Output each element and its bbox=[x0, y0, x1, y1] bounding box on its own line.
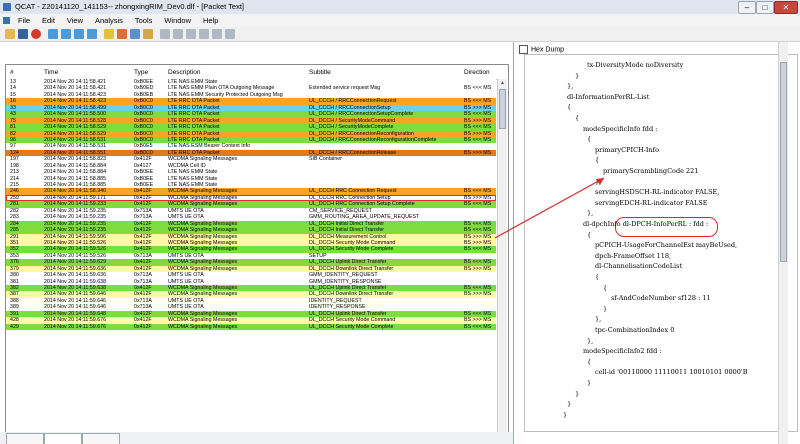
packet-text-view: tx-DiversityMode noDiversity}}, dl-Inform… bbox=[524, 54, 798, 432]
packet-text-line: { bbox=[587, 230, 592, 239]
bottom-tabs bbox=[0, 432, 513, 444]
packet-text-pane: Hex Dump tx-DiversityMode noDiversity}},… bbox=[514, 42, 800, 444]
bottom-tab-3[interactable] bbox=[82, 433, 120, 444]
packet-text-line: } bbox=[567, 400, 572, 409]
packet-text-line: } bbox=[563, 410, 568, 419]
page-icon-3[interactable] bbox=[186, 29, 196, 39]
packet-text-line: servingHSDSCH-RL-indicator FALSE, bbox=[595, 188, 720, 197]
row-description: WCDMA Signaling Messages bbox=[168, 323, 238, 330]
menu-tools[interactable]: Tools bbox=[130, 14, 158, 25]
bottom-tab-2[interactable] bbox=[44, 433, 82, 444]
packet-table: # Time Type Description Subtitle Directi… bbox=[5, 64, 509, 442]
col-type-header[interactable]: Type bbox=[134, 69, 148, 76]
packet-text-line: pCPICH-UsageForChannelEst mayBeUsed, bbox=[595, 241, 738, 250]
packet-text-line: dl-InformationPerRL-List bbox=[567, 92, 650, 101]
menu-view[interactable]: View bbox=[62, 14, 88, 25]
page-icon-6[interactable] bbox=[225, 29, 235, 39]
packet-text-line: } bbox=[575, 71, 580, 80]
packet-text-line: }, bbox=[587, 336, 594, 345]
window-icon[interactable] bbox=[48, 29, 58, 39]
packet-text-line: { bbox=[603, 283, 608, 292]
col-time-header[interactable]: Time bbox=[44, 69, 58, 76]
minimize-button[interactable]: – bbox=[738, 1, 756, 14]
page-icon-5[interactable] bbox=[212, 29, 222, 39]
stop-icon[interactable] bbox=[31, 29, 41, 39]
text-scrollbar[interactable] bbox=[778, 42, 788, 444]
packet-text-line: }, bbox=[595, 177, 602, 186]
col-number-header[interactable]: # bbox=[10, 69, 14, 76]
packet-text-line: { bbox=[595, 156, 600, 165]
packet-text-line: } bbox=[575, 389, 580, 398]
hex-dump-label: Hex Dump bbox=[531, 46, 565, 54]
filter-icon[interactable] bbox=[104, 29, 114, 39]
page-icon[interactable] bbox=[160, 29, 170, 39]
row-number: 429 bbox=[10, 323, 19, 330]
table-rows: 13 2014 Nov 20 14:11:58.421 0xB0EE LTE NAS … bbox=[6, 79, 496, 331]
packet-text-line: dpch-FrameOffset 118, bbox=[595, 251, 672, 260]
packet-text-line: cell-id '00110000 11110011 10010101 0000… bbox=[595, 368, 748, 377]
col-subtitle-header[interactable]: Subtitle bbox=[309, 69, 331, 76]
col-description-header[interactable]: Description bbox=[168, 69, 201, 76]
page-icon-2[interactable] bbox=[173, 29, 183, 39]
table-scrollbar[interactable]: ▲ ▼ bbox=[497, 79, 507, 439]
window-title: QCAT - Z20141120_141153-- zhongxingRIM_D… bbox=[15, 2, 245, 11]
menu-file[interactable]: File bbox=[13, 14, 35, 25]
title-bar: QCAT - Z20141120_141153-- zhongxingRIM_D… bbox=[0, 0, 800, 15]
menu-bar: File Edit View Analysis Tools Window Hel… bbox=[0, 14, 800, 27]
packet-text-line: { bbox=[587, 135, 592, 144]
table-icon[interactable] bbox=[130, 29, 140, 39]
export-icon[interactable] bbox=[143, 29, 153, 39]
close-button[interactable]: ✕ bbox=[774, 1, 798, 14]
scroll-up-icon[interactable]: ▲ bbox=[498, 79, 507, 88]
text-scroll-thumb[interactable] bbox=[780, 62, 787, 262]
packet-text-line: primaryScramblingCode 221 bbox=[603, 167, 699, 175]
packet-text-line: tx-DiversityMode noDiversity bbox=[587, 61, 684, 69]
menu-help[interactable]: Help bbox=[198, 14, 223, 25]
packet-text-line: } bbox=[603, 304, 608, 313]
menu-window[interactable]: Window bbox=[159, 14, 196, 25]
row-type: 0x412F bbox=[134, 323, 152, 330]
window-icon-3[interactable] bbox=[74, 29, 84, 39]
window-icon-2[interactable] bbox=[61, 29, 71, 39]
page-icon-4[interactable] bbox=[199, 29, 209, 39]
packet-text-line: }, bbox=[587, 209, 594, 218]
table-row[interactable]: 429 2014 Nov 20 14:11:59.676 0x412F WCDMA S… bbox=[6, 323, 496, 331]
hex-dump-option[interactable]: Hex Dump bbox=[519, 45, 564, 54]
save-icon[interactable] bbox=[18, 29, 28, 39]
row-time: 2014 Nov 20 14:11:59.676 bbox=[44, 323, 107, 330]
packet-text-line: { bbox=[595, 273, 600, 281]
row-subtitle: UL_DCCH Security Mode Complete bbox=[309, 323, 394, 330]
packet-text-line: primaryCPICH-Info bbox=[595, 145, 659, 154]
menu-analysis[interactable]: Analysis bbox=[90, 14, 128, 25]
hex-dump-checkbox[interactable] bbox=[519, 45, 528, 54]
bottom-tab-1[interactable] bbox=[6, 433, 44, 444]
packet-text-line: dl-ChannelisationCodeList bbox=[595, 262, 683, 271]
packet-text-line: modeSpecificInfo fdd : bbox=[583, 124, 658, 133]
maximize-button[interactable]: □ bbox=[756, 1, 774, 14]
packet-text-line: } bbox=[587, 379, 592, 387]
packet-text-line: }, bbox=[567, 82, 574, 91]
packet-text-line: }, bbox=[595, 315, 602, 324]
packet-text-line: servingEDCH-RL-indicator FALSE bbox=[595, 198, 708, 207]
row-direction: BS <<< MS bbox=[464, 323, 492, 330]
packet-text-line: modeSpecificInfo2 fdd : bbox=[583, 347, 662, 356]
packet-text-line: { bbox=[567, 103, 572, 112]
col-direction-header[interactable]: Direction bbox=[464, 69, 490, 76]
app-icon bbox=[3, 3, 11, 11]
open-icon[interactable] bbox=[5, 29, 15, 39]
scroll-thumb[interactable] bbox=[499, 89, 506, 129]
document-icon[interactable] bbox=[3, 17, 10, 24]
packet-text-line: tpc-CombinationIndex 0 bbox=[595, 326, 675, 334]
packet-list-pane: # Time Type Description Subtitle Directi… bbox=[0, 42, 514, 444]
toolbar bbox=[0, 27, 800, 42]
filter-clear-icon[interactable] bbox=[117, 29, 127, 39]
packet-text-line: { bbox=[587, 357, 592, 366]
window-icon-4[interactable] bbox=[87, 29, 97, 39]
packet-text-line: sf-AndCodeNumber sf128 : 11 bbox=[611, 294, 711, 303]
packet-text-line: dl-dpchInfo dl-DPCH-InfoPerRL : fdd : bbox=[583, 220, 709, 228]
packet-text-line: { bbox=[575, 114, 580, 122]
menu-edit[interactable]: Edit bbox=[37, 14, 60, 25]
